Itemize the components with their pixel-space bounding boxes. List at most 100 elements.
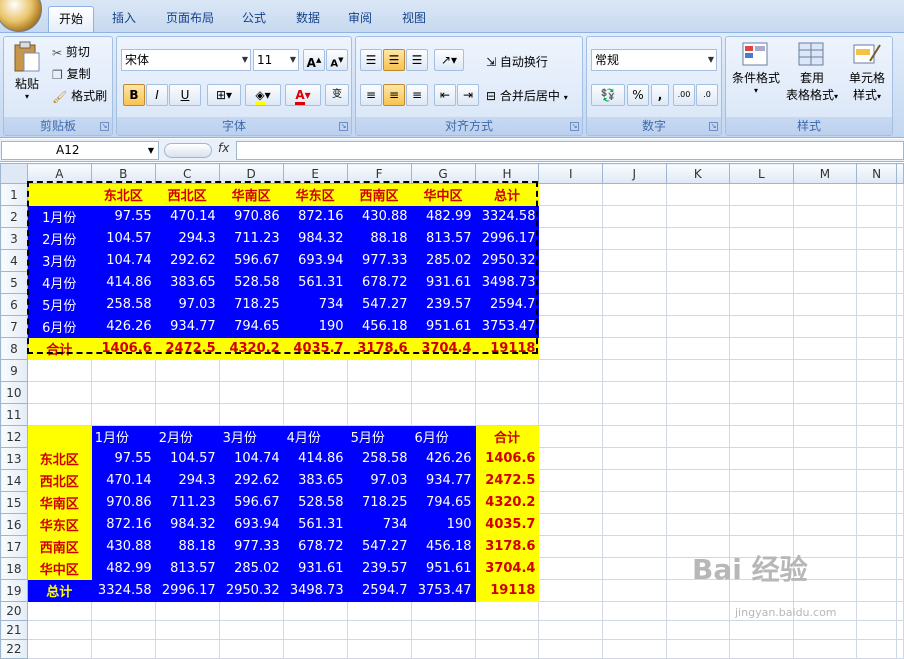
cell[interactable]: 104.57: [154, 447, 220, 470]
cell[interactable]: [601, 535, 667, 558]
cell[interactable]: [856, 469, 897, 492]
cell[interactable]: 3704.4: [474, 557, 540, 580]
fill-color-button[interactable]: ◈▾: [245, 84, 281, 106]
row-header[interactable]: 13: [0, 447, 28, 470]
column-header[interactable]: G: [410, 163, 476, 184]
cell[interactable]: 547.27: [346, 535, 412, 558]
cell[interactable]: [896, 639, 904, 659]
cell[interactable]: 951.61: [410, 315, 476, 338]
cell[interactable]: [792, 315, 858, 338]
formula-bar-handle[interactable]: [164, 143, 212, 158]
align-right-button[interactable]: ≡: [406, 84, 428, 106]
cell[interactable]: [601, 315, 667, 338]
cell[interactable]: [601, 337, 667, 360]
cell[interactable]: 3178.6: [474, 535, 540, 558]
cell[interactable]: 2月份: [26, 227, 92, 250]
cell[interactable]: [729, 249, 794, 272]
cell[interactable]: [154, 620, 220, 640]
cell[interactable]: 951.61: [410, 557, 476, 580]
cell[interactable]: [729, 293, 794, 316]
cell[interactable]: 239.57: [410, 293, 476, 316]
cell[interactable]: 4320.2: [218, 337, 284, 360]
cell[interactable]: [896, 469, 904, 492]
cell[interactable]: [601, 513, 667, 536]
cell[interactable]: 3498.73: [474, 271, 540, 294]
column-header[interactable]: K: [665, 163, 731, 184]
row-header[interactable]: 15: [0, 491, 28, 514]
cell[interactable]: [856, 381, 897, 404]
cell[interactable]: 813.57: [410, 227, 476, 250]
italic-button[interactable]: I: [146, 84, 168, 106]
cell[interactable]: 西南区: [346, 183, 412, 206]
row-header[interactable]: 20: [0, 601, 28, 621]
cell[interactable]: [856, 337, 897, 360]
cell[interactable]: 934.77: [410, 469, 476, 492]
cell[interactable]: [856, 403, 897, 426]
cell[interactable]: [792, 271, 858, 294]
copy-button[interactable]: ❐ 复制: [52, 65, 91, 82]
row-header[interactable]: 3: [0, 227, 28, 250]
tab-home[interactable]: 开始: [48, 6, 94, 32]
cell[interactable]: [792, 381, 858, 404]
align-middle-button[interactable]: ☰: [383, 49, 405, 71]
cell[interactable]: [601, 403, 667, 426]
cell[interactable]: [856, 601, 897, 621]
cell[interactable]: 292.62: [218, 469, 284, 492]
cell[interactable]: 2594.7: [346, 579, 412, 602]
cell[interactable]: [218, 359, 284, 382]
cell[interactable]: 东北区: [26, 447, 92, 470]
row-header[interactable]: 17: [0, 535, 28, 558]
cell[interactable]: 456.18: [410, 535, 476, 558]
cell[interactable]: [154, 639, 220, 659]
row-header[interactable]: 6: [0, 293, 28, 316]
cell[interactable]: [282, 359, 348, 382]
cell[interactable]: 547.27: [346, 293, 412, 316]
percent-button[interactable]: %: [627, 84, 649, 106]
tab-view[interactable]: 视图: [392, 6, 436, 32]
grow-font-button[interactable]: A▲: [303, 49, 325, 71]
cell[interactable]: 西南区: [26, 535, 92, 558]
row-header[interactable]: 9: [0, 359, 28, 382]
cell[interactable]: 734: [282, 293, 348, 316]
row-header[interactable]: 1: [0, 183, 28, 206]
comma-button[interactable]: ,: [651, 84, 669, 106]
cell[interactable]: [896, 535, 904, 558]
cell[interactable]: [792, 249, 858, 272]
office-button[interactable]: [0, 0, 42, 32]
cell[interactable]: [792, 337, 858, 360]
cell[interactable]: [896, 579, 904, 602]
cell[interactable]: [538, 293, 603, 316]
cell[interactable]: [665, 271, 731, 294]
cell-styles-button[interactable]: 单元格 样式▾: [844, 41, 890, 103]
name-box[interactable]: A12 ▼: [1, 141, 159, 160]
conditional-format-button[interactable]: 条件格式 ▾: [730, 41, 782, 95]
cell[interactable]: [665, 469, 731, 492]
row-header[interactable]: 5: [0, 271, 28, 294]
cell[interactable]: 970.86: [90, 491, 156, 514]
borders-button[interactable]: ⊞▾: [207, 84, 241, 106]
cell[interactable]: [896, 601, 904, 621]
cell[interactable]: 2472.5: [154, 337, 220, 360]
cell[interactable]: [665, 337, 731, 360]
row-header[interactable]: 7: [0, 315, 28, 338]
column-header[interactable]: C: [154, 163, 220, 184]
cell[interactable]: [665, 315, 731, 338]
cell[interactable]: 2996.17: [474, 227, 540, 250]
cell[interactable]: [665, 293, 731, 316]
font-name-select[interactable]: 宋体 ▼: [121, 49, 251, 71]
row-header[interactable]: 16: [0, 513, 28, 536]
cell[interactable]: 294.3: [154, 227, 220, 250]
cell[interactable]: 258.58: [90, 293, 156, 316]
cell[interactable]: 482.99: [90, 557, 156, 580]
cell[interactable]: 3498.73: [282, 579, 348, 602]
column-header[interactable]: E: [282, 163, 348, 184]
cell[interactable]: [282, 381, 348, 404]
cell[interactable]: 2996.17: [154, 579, 220, 602]
cell[interactable]: [729, 425, 794, 448]
cell[interactable]: [601, 183, 667, 206]
column-header[interactable]: M: [792, 163, 858, 184]
cell[interactable]: 813.57: [154, 557, 220, 580]
cell[interactable]: [26, 403, 92, 426]
tab-page-layout[interactable]: 页面布局: [158, 6, 222, 32]
cell[interactable]: [282, 601, 348, 621]
